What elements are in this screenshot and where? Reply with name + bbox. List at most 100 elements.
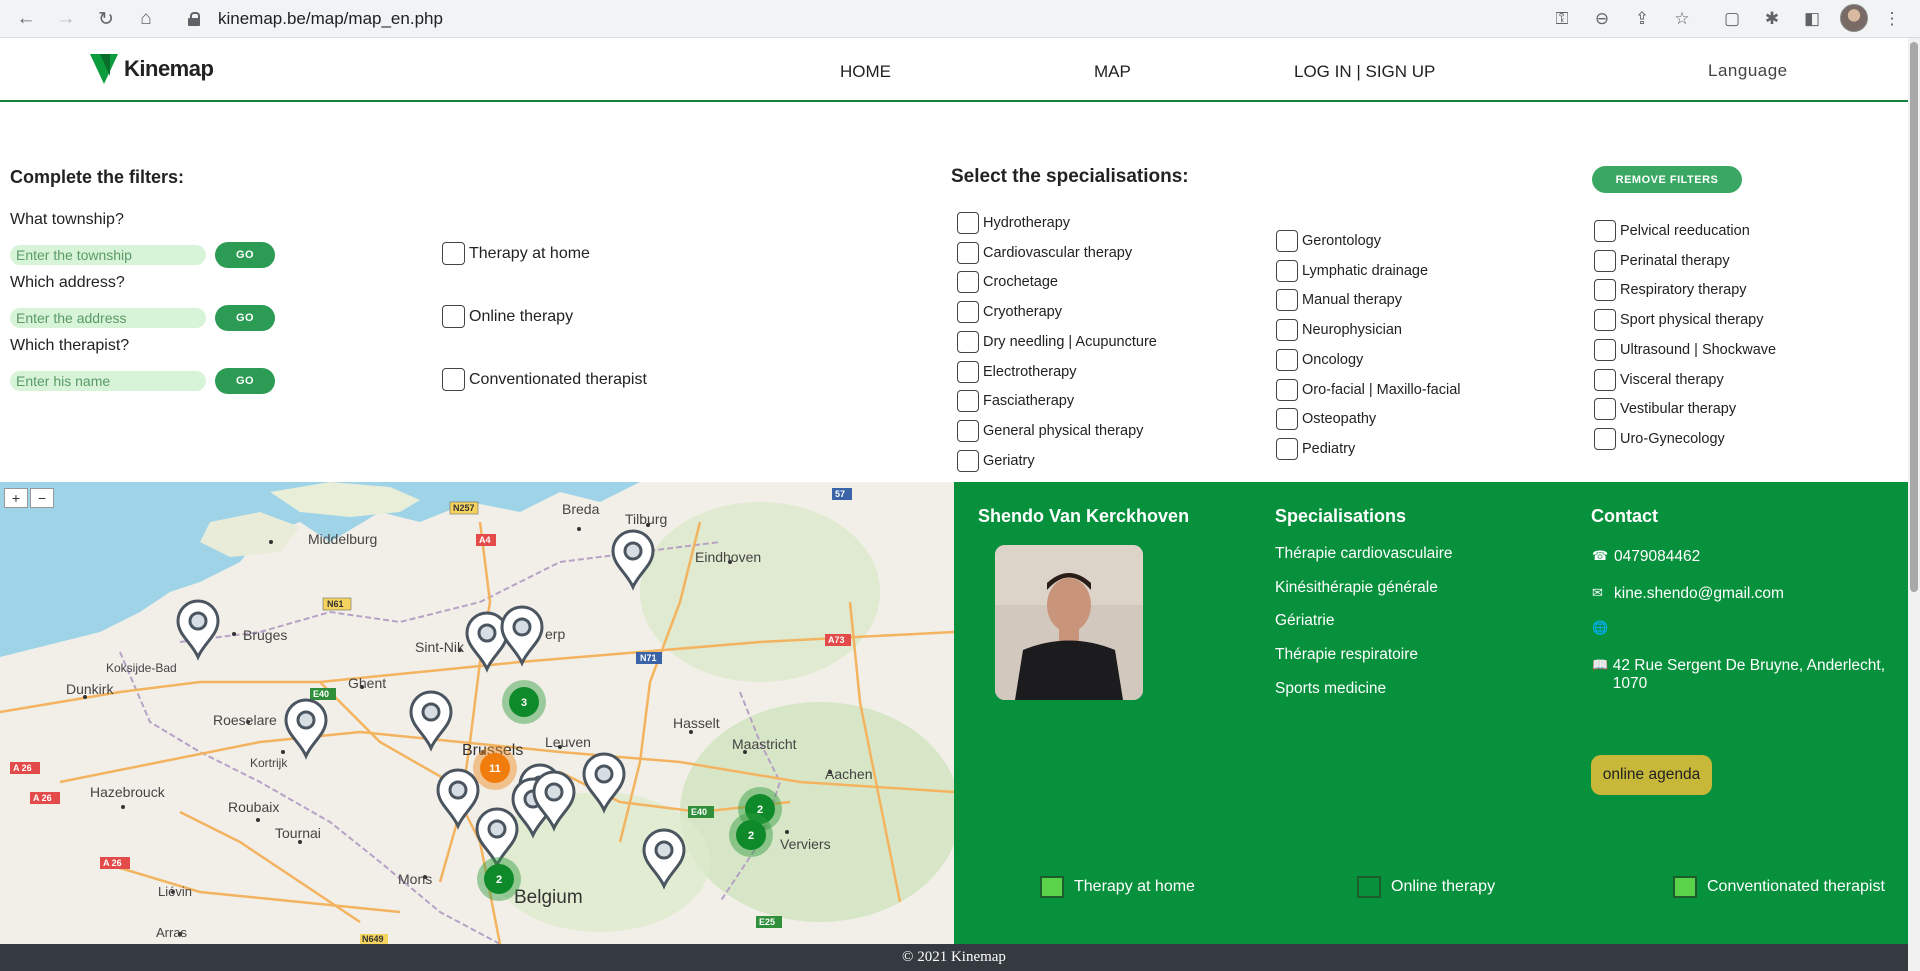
specialisation-checkbox[interactable]: Fasciatherapy — [957, 390, 1074, 413]
conventionated-therapist-checkbox[interactable]: Conventionated therapist — [442, 368, 647, 391]
contact-phone[interactable]: ☎ 0479084462 — [1592, 548, 1700, 566]
checkbox-box[interactable] — [1276, 289, 1298, 312]
nav-login-signup[interactable]: LOG IN | SIGN UP — [1294, 62, 1435, 82]
profile-avatar[interactable] — [1840, 4, 1868, 32]
online-agenda-button[interactable]: online agenda — [1591, 755, 1712, 795]
remove-filters-button[interactable]: REMOVE FILTERS — [1592, 166, 1742, 193]
checkbox-box[interactable] — [1594, 279, 1616, 302]
checkbox-box[interactable] — [957, 360, 979, 383]
kinemap-logo[interactable]: Kinemap — [90, 54, 214, 84]
checkbox-box[interactable] — [957, 301, 979, 324]
checkbox-box[interactable] — [957, 419, 979, 442]
checkbox-box[interactable] — [1594, 398, 1616, 421]
scrollbar-thumb[interactable] — [1910, 42, 1918, 592]
checkbox-box[interactable] — [1276, 319, 1298, 342]
contact-address[interactable]: 📖 42 Rue Sergent De Bruyne, Anderlecht, 1… — [1592, 657, 1902, 693]
specialisation-checkbox[interactable]: Pediatry — [1276, 437, 1355, 460]
specialisation-checkbox[interactable]: Ultrasound | Shockwave — [1594, 338, 1776, 361]
township-go-button[interactable]: GO — [215, 242, 275, 268]
address-go-button[interactable]: GO — [215, 305, 275, 331]
specialisation-checkbox[interactable]: Vestibular therapy — [1594, 398, 1736, 421]
zoom-out-icon[interactable]: ⊖ — [1588, 5, 1616, 33]
contact-website[interactable]: 🌐 — [1592, 620, 1614, 636]
specialisation-checkbox[interactable]: Electrotherapy — [957, 360, 1077, 383]
checkbox-box[interactable] — [1594, 309, 1616, 332]
specialisation-checkbox[interactable]: Respiratory therapy — [1594, 279, 1747, 302]
specialisation-checkbox[interactable]: Dry needling | Acupuncture — [957, 330, 1157, 353]
specialisation-checkbox[interactable]: Oncology — [1276, 348, 1363, 371]
specialisation-checkbox[interactable]: Osteopathy — [1276, 408, 1376, 431]
specialisation-checkbox[interactable]: Manual therapy — [1276, 289, 1402, 312]
checkbox-box[interactable] — [957, 212, 979, 234]
checkbox-box[interactable] — [1276, 259, 1298, 282]
nav-home[interactable]: HOME — [840, 62, 891, 82]
specialisation-checkbox[interactable]: Cardiovascular therapy — [957, 241, 1132, 264]
place-label: Tournai — [275, 825, 321, 841]
zoom-in-button[interactable]: + — [4, 488, 28, 508]
checkbox-box[interactable] — [1594, 220, 1616, 242]
contact-email[interactable]: ✉ kine.shendo@gmail.com — [1592, 585, 1784, 603]
therapist-go-button[interactable]: GO — [215, 368, 275, 394]
checkbox-box[interactable] — [1594, 368, 1616, 391]
checkbox-box[interactable] — [957, 330, 979, 353]
nav-map[interactable]: MAP — [1094, 62, 1131, 82]
specialisation-checkbox[interactable]: Uro-Gynecology — [1594, 427, 1725, 450]
therapy-at-home-checkbox[interactable]: Therapy at home — [442, 242, 590, 265]
specialisation-checkbox[interactable]: Perinatal therapy — [1594, 249, 1730, 272]
puzzle-icon[interactable]: ✱ — [1758, 5, 1786, 33]
key-icon[interactable]: ⚿ — [1548, 5, 1576, 33]
specialisation-checkbox[interactable]: Gerontology — [1276, 230, 1381, 252]
checkbox-box[interactable] — [442, 368, 465, 391]
map-pin-marker[interactable] — [436, 768, 480, 830]
specialisation-checkbox[interactable]: Oro-facial | Maxillo-facial — [1276, 378, 1460, 401]
address-input[interactable] — [10, 308, 206, 328]
checkbox-box[interactable] — [1276, 378, 1298, 401]
checkbox-box[interactable] — [1594, 338, 1616, 361]
online-therapy-checkbox[interactable]: Online therapy — [442, 305, 573, 328]
star-icon[interactable]: ☆ — [1668, 5, 1696, 33]
reload-icon[interactable]: ↻ — [92, 5, 120, 33]
share-icon[interactable]: ⇪ — [1628, 5, 1656, 33]
extension-tile-icon[interactable]: ▢ — [1718, 5, 1746, 33]
home-icon[interactable]: ⌂ — [132, 5, 160, 33]
specialisation-checkbox[interactable]: Visceral therapy — [1594, 368, 1724, 391]
specialisation-checkbox[interactable]: Geriatry — [957, 449, 1035, 472]
map-pin-marker[interactable] — [284, 698, 328, 760]
specialisation-checkbox[interactable]: General physical therapy — [957, 419, 1143, 442]
checkbox-box[interactable] — [1594, 427, 1616, 450]
map-canvas[interactable]: Breda Tilburg Middelburg Eindhoven Bruge… — [0, 482, 954, 944]
therapist-input[interactable] — [10, 371, 206, 391]
checkbox-box[interactable] — [957, 271, 979, 294]
checkbox-box[interactable] — [957, 449, 979, 472]
map-pin-marker[interactable] — [500, 605, 544, 667]
specialisation-checkbox[interactable]: Pelvical reeducation — [1594, 220, 1750, 242]
checkbox-box[interactable] — [957, 241, 979, 264]
checkbox-box[interactable] — [1594, 249, 1616, 272]
specialisation-checkbox[interactable]: Neurophysician — [1276, 319, 1402, 342]
checkbox-box[interactable] — [1276, 408, 1298, 431]
menu-dots-icon[interactable]: ⋮ — [1878, 5, 1906, 33]
specialisation-checkbox[interactable]: Sport physical therapy — [1594, 309, 1763, 332]
specialisation-checkbox[interactable]: Hydrotherapy — [957, 212, 1070, 234]
address-bar[interactable]: kinemap.be/map/map_en.php — [176, 3, 1556, 35]
checkbox-box[interactable] — [1276, 437, 1298, 460]
zoom-out-button[interactable]: − — [30, 488, 54, 508]
specialisation-checkbox[interactable]: Cryotherapy — [957, 301, 1062, 324]
checkbox-box[interactable] — [442, 242, 465, 265]
township-input[interactable] — [10, 245, 206, 265]
specialisation-checkbox[interactable]: Lymphatic drainage — [1276, 259, 1428, 282]
map-view[interactable]: Breda Tilburg Middelburg Eindhoven Bruge… — [0, 482, 954, 944]
page-scrollbar[interactable] — [1908, 38, 1920, 971]
road-badge-label: N649 — [362, 934, 384, 944]
forward-arrow-icon[interactable]: → — [52, 5, 80, 33]
checkbox-box[interactable] — [1276, 348, 1298, 371]
back-arrow-icon[interactable]: ← — [12, 5, 40, 33]
language-selector[interactable]: Language — [1708, 61, 1788, 81]
map-pin-marker[interactable] — [465, 611, 509, 673]
checkbox-box[interactable] — [442, 305, 465, 328]
checkbox-box[interactable] — [1276, 230, 1298, 252]
map-pin-marker[interactable] — [176, 599, 220, 661]
side-panel-icon[interactable]: ◧ — [1798, 5, 1826, 33]
checkbox-box[interactable] — [957, 390, 979, 413]
specialisation-checkbox[interactable]: Crochetage — [957, 271, 1058, 294]
